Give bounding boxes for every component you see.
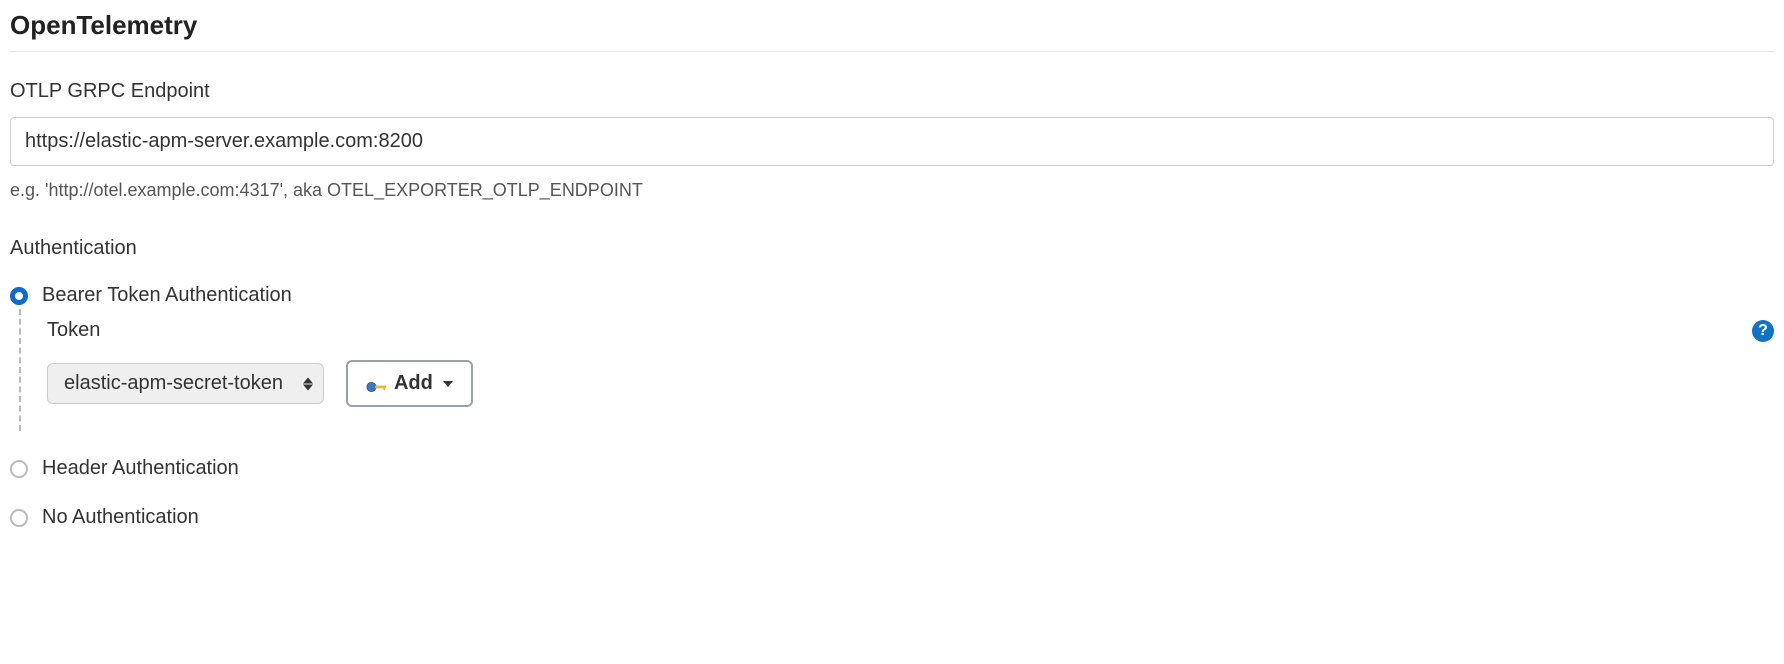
authentication-heading: Authentication bbox=[10, 237, 1774, 260]
add-button[interactable]: Add bbox=[346, 360, 473, 407]
radio-selected-icon bbox=[10, 287, 28, 305]
token-label: Token bbox=[47, 319, 100, 342]
token-select-value: elastic-apm-secret-token bbox=[64, 372, 283, 395]
key-icon bbox=[366, 377, 388, 391]
auth-option-none[interactable]: No Authentication bbox=[10, 504, 1774, 531]
auth-option-none-label: No Authentication bbox=[42, 506, 199, 529]
radio-unselected-icon bbox=[10, 509, 28, 527]
auth-radio-group: Bearer Token Authentication Token ? elas… bbox=[10, 282, 1774, 531]
select-arrows-icon bbox=[303, 377, 313, 390]
auth-option-bearer[interactable]: Bearer Token Authentication bbox=[10, 282, 1774, 309]
endpoint-help-text: e.g. 'http://otel.example.com:4317', aka… bbox=[10, 180, 1774, 201]
bearer-token-block: Token ? elastic-apm-secret-token bbox=[19, 309, 1774, 431]
token-select[interactable]: elastic-apm-secret-token bbox=[47, 363, 324, 404]
endpoint-label: OTLP GRPC Endpoint bbox=[10, 80, 1774, 103]
add-button-label: Add bbox=[394, 372, 433, 395]
section-title: OpenTelemetry bbox=[10, 10, 1774, 52]
auth-option-header[interactable]: Header Authentication bbox=[10, 455, 1774, 482]
endpoint-input[interactable] bbox=[10, 117, 1774, 166]
auth-option-bearer-label: Bearer Token Authentication bbox=[42, 284, 292, 307]
radio-unselected-icon bbox=[10, 460, 28, 478]
help-icon[interactable]: ? bbox=[1752, 320, 1774, 342]
auth-option-header-label: Header Authentication bbox=[42, 457, 239, 480]
caret-down-icon bbox=[443, 381, 453, 387]
